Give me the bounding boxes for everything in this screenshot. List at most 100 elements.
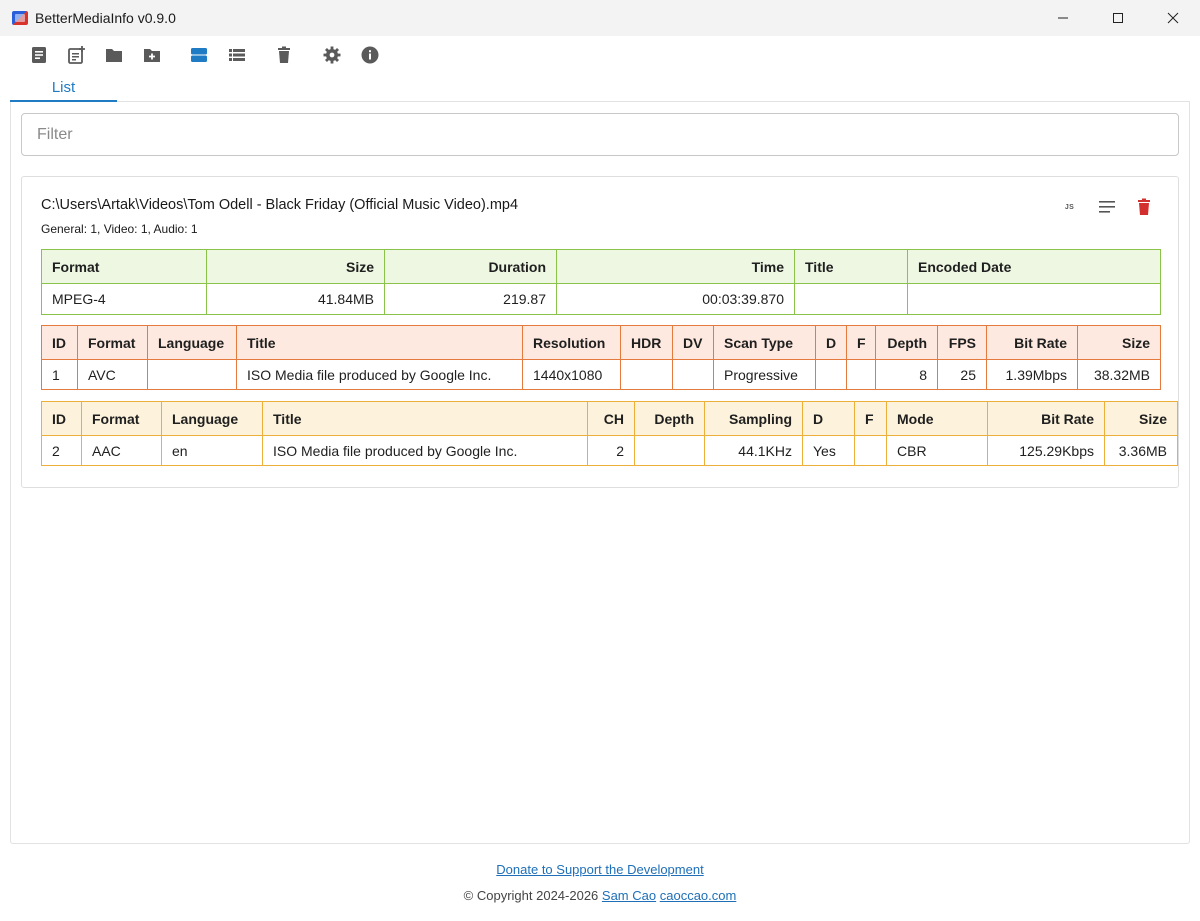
table-cell <box>846 359 876 390</box>
close-button[interactable] <box>1145 0 1200 36</box>
close-icon <box>1167 12 1178 24</box>
column-header: Format <box>77 325 148 360</box>
details-button[interactable] <box>1088 197 1125 217</box>
table-cell: 1 <box>41 359 78 390</box>
add-file-button[interactable] <box>67 45 87 65</box>
stream-summary: General: 1, Video: 1, Audio: 1 <box>41 222 198 236</box>
table-header-row: ID Format Language Title CH Depth Sampli… <box>41 401 1178 436</box>
tab-list[interactable]: List <box>10 74 117 102</box>
column-header: Size <box>206 249 385 284</box>
delete-all-button[interactable] <box>274 45 294 65</box>
column-header: F <box>854 401 887 436</box>
open-folder-button[interactable] <box>104 45 124 65</box>
column-header: Bit Rate <box>987 401 1105 436</box>
table-cell <box>620 359 673 390</box>
minimize-icon <box>1057 17 1068 19</box>
table-cell: en <box>161 435 263 466</box>
minimize-button[interactable] <box>1035 0 1090 36</box>
table-cell: 125.29Kbps <box>987 435 1105 466</box>
column-header: Title <box>262 401 588 436</box>
tab-bar: List <box>10 74 1190 102</box>
list-view-button[interactable] <box>227 45 247 65</box>
table-cell: MPEG-4 <box>41 283 207 315</box>
delete-icon <box>1137 198 1150 215</box>
json-button[interactable]: JS <box>1051 197 1088 217</box>
column-header: F <box>846 325 876 360</box>
app-logo-icon <box>12 11 28 25</box>
table-cell: 41.84MB <box>206 283 385 315</box>
general-stream-table: Format Size Duration Time Title Encoded … <box>41 249 1161 315</box>
column-header: ID <box>41 325 78 360</box>
remove-file-button[interactable] <box>1125 197 1162 217</box>
view-cards-icon <box>191 48 207 62</box>
table-cell: CBR <box>886 435 988 466</box>
settings-icon <box>323 46 341 64</box>
table-row: 1 AVC ISO Media file produced by Google … <box>41 359 1161 390</box>
table-cell <box>815 359 847 390</box>
table-cell: Yes <box>802 435 855 466</box>
table-cell <box>854 435 887 466</box>
file-path: C:\Users\Artak\Videos\Tom Odell - Black … <box>41 197 519 213</box>
column-header: Resolution <box>522 325 621 360</box>
copyright-line: © Copyright 2024-2026 Sam Cao caoccao.co… <box>0 888 1200 903</box>
table-cell: 8 <box>875 359 938 390</box>
column-header: Title <box>794 249 908 284</box>
table-cell: 1440x1080 <box>522 359 621 390</box>
table-header-row: ID Format Language Title Resolution HDR … <box>41 325 1161 360</box>
add-folder-icon <box>144 49 160 62</box>
table-cell <box>672 359 714 390</box>
card-view-button[interactable] <box>189 45 209 65</box>
table-header-row: Format Size Duration Time Title Encoded … <box>41 249 1161 284</box>
column-header: Encoded Date <box>907 249 1161 284</box>
donate-link[interactable]: Donate to Support the Development <box>496 862 703 877</box>
author-link[interactable]: Sam Cao <box>602 888 656 903</box>
table-cell: 2 <box>587 435 635 466</box>
table-cell: 00:03:39.870 <box>556 283 795 315</box>
maximize-icon <box>1112 13 1123 23</box>
table-cell: 44.1KHz <box>704 435 803 466</box>
video-stream-table: ID Format Language Title Resolution HDR … <box>41 325 1161 390</box>
table-cell <box>634 435 705 466</box>
about-button[interactable] <box>360 45 380 65</box>
table-cell: 25 <box>937 359 987 390</box>
column-header: Duration <box>384 249 557 284</box>
column-header: Format <box>41 249 207 284</box>
column-header: CH <box>587 401 635 436</box>
maximize-button[interactable] <box>1090 0 1145 36</box>
website-link[interactable]: caoccao.com <box>660 888 737 903</box>
view-list-icon <box>229 49 245 61</box>
media-file-card: C:\Users\Artak\Videos\Tom Odell - Black … <box>21 176 1179 488</box>
add-folder-button[interactable] <box>142 45 162 65</box>
text-lines-icon <box>1098 201 1115 213</box>
open-file-button[interactable] <box>29 45 49 65</box>
column-header: DV <box>672 325 714 360</box>
filter-input[interactable] <box>21 113 1179 156</box>
table-row: MPEG-4 41.84MB 219.87 00:03:39.870 <box>41 283 1161 315</box>
table-cell <box>794 283 908 315</box>
column-header: Depth <box>875 325 938 360</box>
column-header: D <box>802 401 855 436</box>
table-cell: 219.87 <box>384 283 557 315</box>
column-header: Size <box>1104 401 1178 436</box>
add-file-icon <box>68 46 85 64</box>
donate-line: Donate to Support the Development <box>0 862 1200 877</box>
column-header: Bit Rate <box>986 325 1078 360</box>
window-title: BetterMediaInfo v0.9.0 <box>35 10 176 26</box>
settings-button[interactable] <box>322 45 342 65</box>
column-header: Time <box>556 249 795 284</box>
open-file-icon <box>32 47 46 63</box>
column-header: Mode <box>886 401 988 436</box>
column-header: Scan Type <box>713 325 816 360</box>
column-header: HDR <box>620 325 673 360</box>
table-cell: 38.32MB <box>1077 359 1161 390</box>
column-header: D <box>815 325 847 360</box>
table-cell <box>907 283 1161 315</box>
column-header: Language <box>161 401 263 436</box>
column-header: Size <box>1077 325 1161 360</box>
column-header: Title <box>236 325 523 360</box>
column-header: Sampling <box>704 401 803 436</box>
column-header: ID <box>41 401 82 436</box>
table-cell: ISO Media file produced by Google Inc. <box>262 435 588 466</box>
table-cell: 1.39Mbps <box>986 359 1078 390</box>
json-icon: JS <box>1064 203 1075 211</box>
